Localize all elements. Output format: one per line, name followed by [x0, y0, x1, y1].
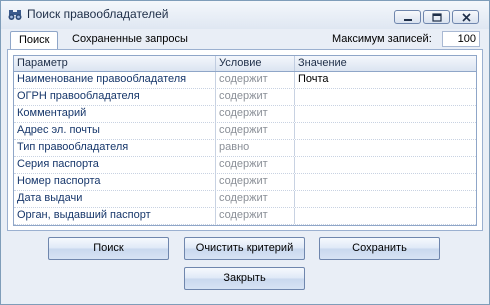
table-row[interactable]: Тип правообладателя равно — [14, 140, 476, 157]
condition-cell[interactable]: содержит — [216, 208, 295, 224]
table-row[interactable]: Наименование правообладателя содержит По… — [14, 72, 476, 89]
param-cell: Дата выдачи — [14, 191, 216, 207]
tab-search[interactable]: Поиск — [10, 31, 59, 50]
value-cell[interactable] — [295, 123, 476, 139]
condition-cell[interactable]: содержит — [216, 106, 295, 122]
criteria-grid: Параметр Условие Значение Наименование п… — [13, 55, 477, 226]
window-title: Поиск правообладателей — [27, 7, 169, 21]
restore-button[interactable] — [423, 10, 450, 24]
binoculars-icon — [8, 9, 22, 21]
param-cell: Наименование правообладателя — [14, 72, 216, 88]
param-cell: ОГРН правообладателя — [14, 89, 216, 105]
max-records-label: Максимум записей: — [332, 33, 432, 45]
search-button[interactable]: Поиск — [48, 237, 169, 260]
value-cell[interactable] — [295, 157, 476, 173]
condition-cell[interactable]: содержит — [216, 72, 295, 88]
value-cell[interactable] — [295, 191, 476, 207]
table-row[interactable]: Адрес эл. почты содержит — [14, 123, 476, 140]
param-cell: Серия паспорта — [14, 157, 216, 173]
value-cell[interactable] — [295, 174, 476, 190]
table-row[interactable]: Серия паспорта содержит — [14, 157, 476, 174]
condition-cell[interactable]: содержит — [216, 191, 295, 207]
close-button-bottom[interactable]: Закрыть — [184, 267, 305, 290]
value-cell[interactable] — [295, 208, 476, 224]
search-panel: Параметр Условие Значение Наименование п… — [7, 49, 483, 231]
search-rights-holders-window: Поиск правообладателей Поиск Сохраненные… — [0, 0, 490, 305]
title-bar[interactable]: Поиск правообладателей — [1, 1, 489, 29]
condition-cell[interactable]: содержит — [216, 157, 295, 173]
param-cell: Тип правообладателя — [14, 140, 216, 156]
tab-saved-queries[interactable]: Сохраненные запросы — [64, 31, 196, 49]
condition-cell[interactable]: содержит — [216, 89, 295, 105]
value-cell[interactable] — [295, 106, 476, 122]
table-row[interactable]: ОГРН правообладателя содержит — [14, 89, 476, 106]
minimize-button[interactable] — [394, 10, 421, 24]
condition-cell[interactable]: равно — [216, 140, 295, 156]
condition-cell[interactable]: содержит — [216, 174, 295, 190]
param-cell: Номер паспорта — [14, 174, 216, 190]
close-button[interactable] — [452, 10, 479, 24]
minimize-icon — [404, 19, 412, 21]
column-header-condition[interactable]: Условие — [216, 56, 295, 71]
value-cell[interactable]: Почта — [295, 72, 476, 88]
condition-cell[interactable]: содержит — [216, 123, 295, 139]
column-header-parameter[interactable]: Параметр — [14, 56, 216, 71]
max-records-input[interactable] — [442, 31, 480, 47]
param-cell: Комментарий — [14, 106, 216, 122]
restore-icon — [432, 13, 442, 22]
column-header-value[interactable]: Значение — [295, 56, 476, 71]
save-button[interactable]: Сохранить — [319, 237, 440, 260]
value-cell[interactable] — [295, 140, 476, 156]
close-icon — [462, 13, 471, 22]
table-row[interactable]: Дата выдачи содержит — [14, 191, 476, 208]
table-row[interactable]: Номер паспорта содержит — [14, 174, 476, 191]
table-row[interactable]: Орган, выдавший паспорт содержит — [14, 208, 476, 225]
table-row[interactable]: Комментарий содержит — [14, 106, 476, 123]
param-cell: Орган, выдавший паспорт — [14, 208, 216, 224]
value-cell[interactable] — [295, 89, 476, 105]
clear-criteria-button[interactable]: Очистить критерий — [184, 237, 305, 260]
param-cell: Адрес эл. почты — [14, 123, 216, 139]
grid-header: Параметр Условие Значение — [14, 56, 476, 72]
